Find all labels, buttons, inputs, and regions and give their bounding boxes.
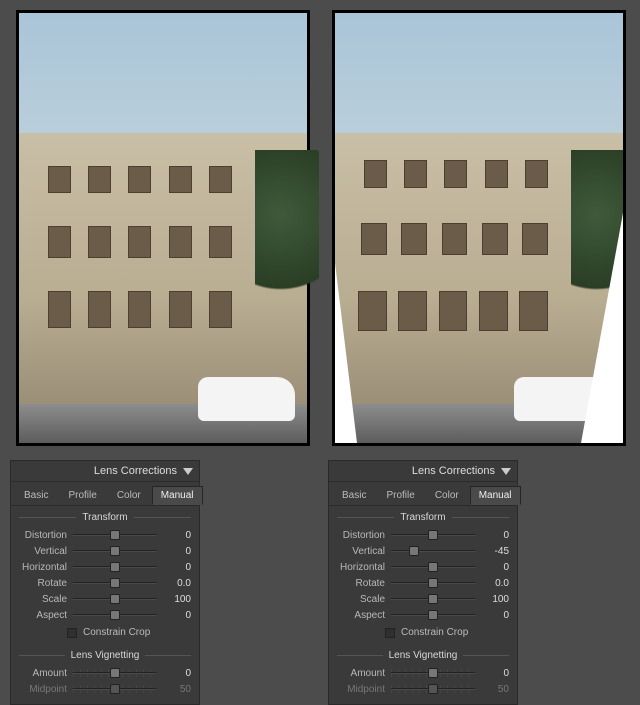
label-scale: Scale [337,594,385,605]
value-horizontal[interactable]: 0 [481,562,509,573]
lens-corrections-panel-right: Lens Corrections Basic Profile Color Man… [328,460,518,705]
label-horizontal: Horizontal [19,562,67,573]
value-rotate[interactable]: 0.0 [481,578,509,589]
panel-collapse-icon[interactable] [183,468,193,475]
checkbox-constrain-crop[interactable] [385,628,395,638]
value-amount[interactable]: 0 [163,668,191,679]
label-vertical: Vertical [19,546,67,557]
tab-basic[interactable]: Basic [333,486,375,505]
value-vertical[interactable]: 0 [163,546,191,557]
value-distortion[interactable]: 0 [163,530,191,541]
label-midpoint: Midpoint [337,684,385,695]
slider-midpoint [73,682,157,696]
tab-profile[interactable]: Profile [59,486,105,505]
panel-tabs: Basic Profile Color Manual [11,482,199,506]
checkbox-constrain-crop[interactable] [67,628,77,638]
value-amount[interactable]: 0 [481,668,509,679]
value-scale[interactable]: 100 [163,594,191,605]
slider-rotate[interactable] [73,576,157,590]
slider-amount[interactable] [73,666,157,680]
tab-color[interactable]: Color [108,486,150,505]
section-vignetting: Lens Vignetting [329,644,517,665]
section-vignetting: Lens Vignetting [11,644,199,665]
label-rotate: Rotate [19,578,67,589]
panel-tabs: Basic Profile Color Manual [329,482,517,506]
panel-title: Lens Corrections [94,465,177,477]
label-scale: Scale [19,594,67,605]
slider-aspect[interactable] [73,608,157,622]
label-distortion: Distortion [337,530,385,541]
tab-profile[interactable]: Profile [377,486,423,505]
preview-left [16,10,310,446]
slider-vertical[interactable] [391,544,475,558]
slider-distortion[interactable] [73,528,157,542]
section-transform: Transform [11,506,199,527]
value-midpoint: 50 [163,684,191,695]
label-amount: Amount [337,668,385,679]
label-aspect: Aspect [19,610,67,621]
panel-title: Lens Corrections [412,465,495,477]
value-horizontal[interactable]: 0 [163,562,191,573]
label-rotate: Rotate [337,578,385,589]
preview-right [332,10,626,446]
label-amount: Amount [19,668,67,679]
slider-scale[interactable] [73,592,157,606]
value-aspect[interactable]: 0 [163,610,191,621]
value-scale[interactable]: 100 [481,594,509,605]
label-vertical: Vertical [337,546,385,557]
tab-manual[interactable]: Manual [470,486,521,505]
label-midpoint: Midpoint [19,684,67,695]
slider-horizontal[interactable] [391,560,475,574]
value-aspect[interactable]: 0 [481,610,509,621]
tab-color[interactable]: Color [426,486,468,505]
slider-scale[interactable] [391,592,475,606]
slider-midpoint [391,682,475,696]
value-distortion[interactable]: 0 [481,530,509,541]
value-vertical[interactable]: -45 [481,546,509,557]
slider-distortion[interactable] [391,528,475,542]
tab-manual[interactable]: Manual [152,486,203,505]
label-constrain-crop: Constrain Crop [401,627,468,638]
section-transform: Transform [329,506,517,527]
tab-basic[interactable]: Basic [15,486,57,505]
panel-collapse-icon[interactable] [501,468,511,475]
label-aspect: Aspect [337,610,385,621]
label-distortion: Distortion [19,530,67,541]
label-constrain-crop: Constrain Crop [83,627,150,638]
slider-vertical[interactable] [73,544,157,558]
slider-rotate[interactable] [391,576,475,590]
slider-aspect[interactable] [391,608,475,622]
value-rotate[interactable]: 0.0 [163,578,191,589]
slider-horizontal[interactable] [73,560,157,574]
slider-amount[interactable] [391,666,475,680]
value-midpoint: 50 [481,684,509,695]
label-horizontal: Horizontal [337,562,385,573]
lens-corrections-panel-left: Lens Corrections Basic Profile Color Man… [10,460,200,705]
